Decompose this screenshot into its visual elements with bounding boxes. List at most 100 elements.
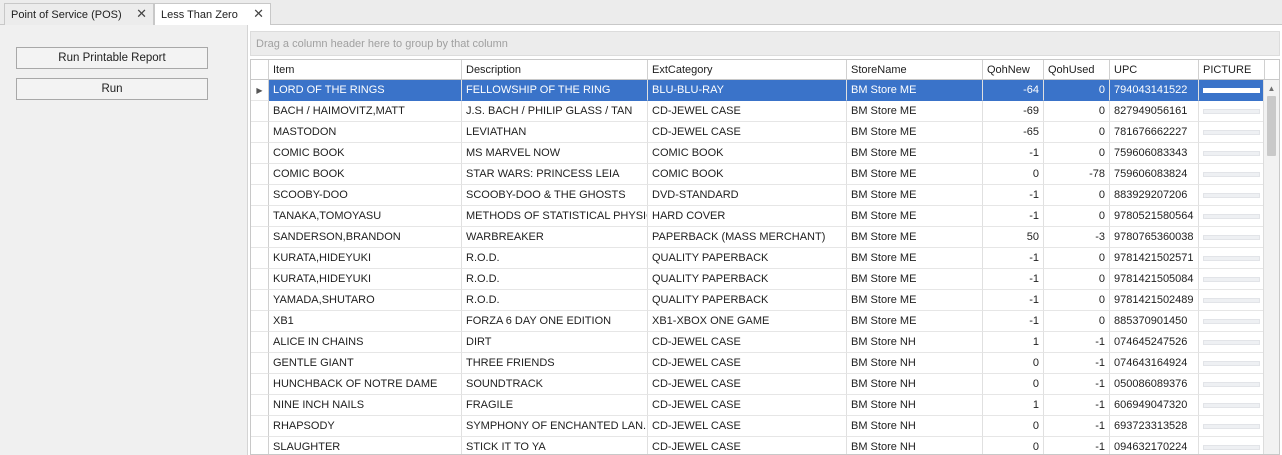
cell-qoh-used[interactable]: -1 [1044, 353, 1110, 374]
table-row[interactable]: YAMADA,SHUTARO R.O.D. QUALITY PAPERBACK BM … [251, 290, 1265, 311]
cell-picture[interactable] [1199, 332, 1265, 353]
cell-qoh-new[interactable]: 50 [983, 227, 1044, 248]
cell-ext-category[interactable]: COMIC BOOK [648, 164, 847, 185]
scroll-up-icon[interactable]: ▲ [1264, 82, 1279, 94]
cell-ext-category[interactable]: XB1-XBOX ONE GAME [648, 311, 847, 332]
row-indicator[interactable] [251, 353, 269, 374]
cell-store-name[interactable]: BM Store ME [847, 122, 983, 143]
group-by-panel[interactable]: Drag a column header here to group by th… [250, 31, 1280, 56]
cell-qoh-used[interactable]: 0 [1044, 143, 1110, 164]
cell-qoh-used[interactable]: -3 [1044, 227, 1110, 248]
cell-item[interactable]: YAMADA,SHUTARO [269, 290, 462, 311]
cell-description[interactable]: R.O.D. [462, 269, 648, 290]
table-row[interactable]: SANDERSON,BRANDON WARBREAKER PAPERBACK (MA… [251, 227, 1265, 248]
cell-qoh-used[interactable]: 0 [1044, 311, 1110, 332]
cell-store-name[interactable]: BM Store ME [847, 185, 983, 206]
row-indicator[interactable]: ▶ [251, 80, 269, 101]
cell-ext-category[interactable]: QUALITY PAPERBACK [648, 269, 847, 290]
cell-qoh-used[interactable]: -78 [1044, 164, 1110, 185]
cell-upc[interactable]: 050086089376 [1110, 374, 1199, 395]
close-icon[interactable]: ✕ [136, 6, 147, 22]
cell-store-name[interactable]: BM Store NH [847, 416, 983, 437]
cell-qoh-new[interactable]: 0 [983, 416, 1044, 437]
row-indicator[interactable] [251, 395, 269, 416]
row-indicator[interactable] [251, 122, 269, 143]
cell-qoh-new[interactable]: -1 [983, 143, 1044, 164]
row-indicator[interactable] [251, 416, 269, 437]
cell-item[interactable]: GENTLE GIANT [269, 353, 462, 374]
cell-upc[interactable]: 9781421505084 [1110, 269, 1199, 290]
cell-upc[interactable]: 693723313528 [1110, 416, 1199, 437]
cell-ext-category[interactable]: CD-JEWEL CASE [648, 395, 847, 416]
tab-less-than-zero[interactable]: Less Than Zero ✕ [154, 3, 271, 26]
cell-description[interactable]: J.S. BACH / PHILIP GLASS / TAN [462, 101, 648, 122]
cell-store-name[interactable]: BM Store ME [847, 248, 983, 269]
cell-ext-category[interactable]: DVD-STANDARD [648, 185, 847, 206]
cell-item[interactable]: LORD OF THE RINGS [269, 80, 462, 101]
row-indicator[interactable] [251, 290, 269, 311]
cell-description[interactable]: FRAGILE [462, 395, 648, 416]
cell-store-name[interactable]: BM Store ME [847, 311, 983, 332]
cell-ext-category[interactable]: CD-JEWEL CASE [648, 122, 847, 143]
cell-upc[interactable]: 9780521580564 [1110, 206, 1199, 227]
cell-description[interactable]: DIRT [462, 332, 648, 353]
cell-description[interactable]: LEVIATHAN [462, 122, 648, 143]
cell-ext-category[interactable]: QUALITY PAPERBACK [648, 248, 847, 269]
cell-picture[interactable] [1199, 395, 1265, 416]
cell-picture[interactable] [1199, 143, 1265, 164]
cell-store-name[interactable]: BM Store NH [847, 395, 983, 416]
cell-ext-category[interactable]: CD-JEWEL CASE [648, 353, 847, 374]
cell-store-name[interactable]: BM Store ME [847, 269, 983, 290]
cell-item[interactable]: BACH / HAIMOVITZ,MATT [269, 101, 462, 122]
cell-store-name[interactable]: BM Store NH [847, 374, 983, 395]
cell-store-name[interactable]: BM Store ME [847, 80, 983, 101]
cell-store-name[interactable]: BM Store NH [847, 437, 983, 454]
cell-upc[interactable]: 781676662227 [1110, 122, 1199, 143]
cell-store-name[interactable]: BM Store NH [847, 332, 983, 353]
cell-qoh-used[interactable]: -1 [1044, 374, 1110, 395]
cell-store-name[interactable]: BM Store NH [847, 353, 983, 374]
row-indicator[interactable] [251, 269, 269, 290]
cell-description[interactable]: MS MARVEL NOW [462, 143, 648, 164]
cell-description[interactable]: R.O.D. [462, 290, 648, 311]
column-header-store-name[interactable]: StoreName [847, 60, 983, 79]
cell-ext-category[interactable]: BLU-BLU-RAY [648, 80, 847, 101]
cell-item[interactable]: COMIC BOOK [269, 164, 462, 185]
table-row[interactable]: HUNCHBACK OF NOTRE DAME SOUNDTRACK CD-JEWE… [251, 374, 1265, 395]
cell-picture[interactable] [1199, 374, 1265, 395]
table-row[interactable]: ▶ LORD OF THE RINGS FELLOWSHIP OF THE RING… [251, 80, 1265, 101]
cell-upc[interactable]: 827949056161 [1110, 101, 1199, 122]
cell-qoh-used[interactable]: 0 [1044, 101, 1110, 122]
table-row[interactable]: NINE INCH NAILS FRAGILE CD-JEWEL CASE BM St… [251, 395, 1265, 416]
cell-item[interactable]: SCOOBY-DOO [269, 185, 462, 206]
cell-qoh-new[interactable]: 0 [983, 374, 1044, 395]
row-indicator[interactable] [251, 101, 269, 122]
tab-point-of-service[interactable]: Point of Service (POS) ✕ [4, 3, 154, 25]
row-indicator[interactable] [251, 143, 269, 164]
cell-description[interactable]: WARBREAKER [462, 227, 648, 248]
cell-item[interactable]: NINE INCH NAILS [269, 395, 462, 416]
run-button[interactable]: Run [16, 78, 208, 100]
row-indicator[interactable] [251, 248, 269, 269]
cell-ext-category[interactable]: CD-JEWEL CASE [648, 437, 847, 454]
cell-qoh-used[interactable]: -1 [1044, 395, 1110, 416]
cell-qoh-new[interactable]: -1 [983, 269, 1044, 290]
cell-item[interactable]: KURATA,HIDEYUKI [269, 248, 462, 269]
row-indicator[interactable] [251, 227, 269, 248]
cell-picture[interactable] [1199, 353, 1265, 374]
cell-item[interactable]: HUNCHBACK OF NOTRE DAME [269, 374, 462, 395]
data-grid[interactable]: Item Description ExtCategory StoreName QohNe… [250, 59, 1280, 455]
cell-description[interactable]: FORZA 6 DAY ONE EDITION [462, 311, 648, 332]
cell-qoh-used[interactable]: -1 [1044, 437, 1110, 454]
cell-ext-category[interactable]: PAPERBACK (MASS MERCHANT) [648, 227, 847, 248]
cell-item[interactable]: ALICE IN CHAINS [269, 332, 462, 353]
column-header-picture[interactable]: PICTURE [1199, 60, 1265, 79]
table-row[interactable]: KURATA,HIDEYUKI R.O.D. QUALITY PAPERBACK BM… [251, 248, 1265, 269]
cell-upc[interactable]: 9781421502571 [1110, 248, 1199, 269]
close-icon[interactable]: ✕ [253, 6, 264, 22]
cell-qoh-new[interactable]: -1 [983, 206, 1044, 227]
cell-picture[interactable] [1199, 416, 1265, 437]
table-row[interactable]: RHAPSODY SYMPHONY OF ENCHANTED LAN... CD-J… [251, 416, 1265, 437]
column-header-item[interactable]: Item [269, 60, 462, 79]
cell-qoh-new[interactable]: -65 [983, 122, 1044, 143]
